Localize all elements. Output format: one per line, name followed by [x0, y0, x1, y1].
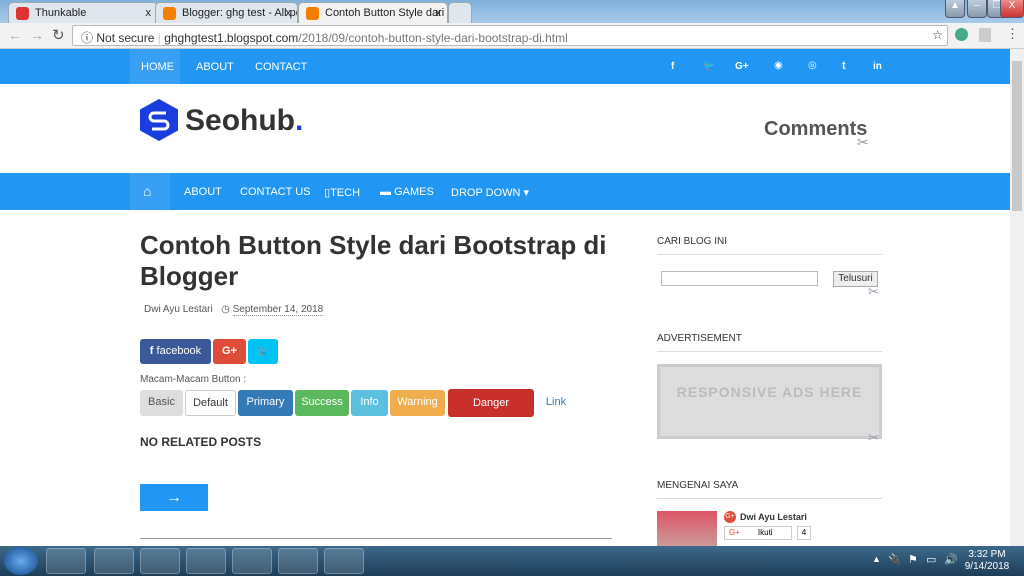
star-icon[interactable]: ☆ [932, 28, 943, 42]
comments-widget-title: Comments [764, 118, 868, 140]
tab-strip: Thunkable x Blogger: ghg test - All po x C… [0, 0, 1024, 23]
top-nav: HOME ABOUT CONTACT f 🐦 G+ ◉ ◎ t in [0, 49, 1010, 84]
thunkable-icon [16, 7, 29, 20]
close-icon[interactable]: x [286, 7, 292, 19]
vlc-taskbar-icon[interactable] [94, 548, 134, 574]
edit-widget-icon[interactable]: ✂ [868, 284, 879, 300]
url-input[interactable]: ⓘ Not secure | ghghgtest1.blogspot.com/2… [72, 25, 948, 46]
edit-widget-icon[interactable]: ✂ [868, 430, 879, 446]
search-widget-title: CARI BLOG INI [657, 236, 882, 255]
nav-drop-down[interactable]: DROP DOWN ▾ [451, 186, 529, 199]
nav-about[interactable]: ABOUT [196, 61, 234, 73]
address-bar-row: ← → ↻ ⓘ Not secure | ghghgtest1.blogspot… [0, 23, 1024, 49]
about-widget-title: MENGENAI SAYA [657, 480, 882, 499]
scrollbar-thumb[interactable] [1012, 61, 1022, 211]
twitter-icon[interactable]: 🐦 [703, 61, 715, 72]
menu-icon[interactable]: ⋮ [1006, 26, 1019, 42]
seohub-logo-icon[interactable] [140, 99, 178, 141]
warning-button[interactable]: Warning [390, 390, 445, 416]
pinterest-icon[interactable]: ◉ [774, 60, 783, 71]
paint-taskbar-icon[interactable] [278, 548, 318, 574]
google-plus-icon[interactable]: G+ [735, 61, 749, 72]
instagram-icon[interactable]: ◎ [808, 60, 817, 71]
clock-icon: ◷ [221, 304, 230, 315]
clock[interactable]: 3:32 PM 9/14/2018 [962, 549, 1012, 573]
share-facebook-button[interactable]: f facebook [140, 339, 211, 364]
start-button[interactable] [4, 547, 38, 575]
related-posts-heading: NO RELATED POSTS [140, 435, 262, 449]
follow-button[interactable]: G+ Ikuti [724, 526, 792, 540]
buttons-label: Macam-Macam Button : [140, 374, 247, 385]
linkedin-icon[interactable]: in [873, 61, 882, 72]
share-gplus-button[interactable]: G+ [213, 339, 246, 364]
extension-icon[interactable] [955, 28, 968, 41]
share-twitter-button[interactable]: 🐦 [248, 339, 278, 364]
nav-home[interactable]: HOME [141, 61, 174, 73]
post-title: Contoh Button Style dari Bootstrap di Bl… [140, 230, 607, 291]
blogger-icon [163, 7, 176, 20]
tab-thunkable[interactable]: Thunkable x [8, 2, 158, 23]
close-window-button[interactable]: X [1000, 0, 1024, 18]
reload-icon[interactable]: ↻ [52, 26, 65, 44]
tab-blogger[interactable]: Blogger: ghg test - All po x [155, 2, 298, 23]
facebook-icon[interactable]: f [671, 61, 674, 72]
nav-tech[interactable]: ▯TECH [324, 186, 360, 199]
home-icon[interactable]: ⌂ [143, 183, 151, 199]
action-center-icon[interactable]: ⚑ [908, 553, 918, 566]
app-taskbar-icon[interactable] [324, 548, 364, 574]
info-button[interactable]: Info [351, 390, 388, 416]
link-button[interactable]: Link [540, 390, 572, 416]
close-icon[interactable]: x [436, 7, 442, 19]
success-button[interactable]: Success [295, 390, 349, 416]
blogger-icon [306, 7, 319, 20]
profile-name[interactable]: Dwi Ayu Lestari [740, 512, 807, 522]
danger-button[interactable]: Danger [448, 389, 534, 417]
explorer-taskbar-icon[interactable] [140, 548, 180, 574]
scrollbar[interactable] [1010, 49, 1024, 546]
nav-contact-us[interactable]: CONTACT US [240, 186, 311, 198]
new-tab-button[interactable] [448, 2, 472, 23]
info-icon: ⓘ [81, 31, 94, 45]
nav-contact[interactable]: CONTACT [255, 61, 307, 73]
default-button[interactable]: Default [185, 390, 236, 416]
forward-icon[interactable]: → [30, 27, 44, 43]
power-icon[interactable]: 🔌 [888, 553, 902, 566]
pdf-extension-icon[interactable] [979, 28, 991, 42]
post-meta: Dwi Ayu Lestari ◷ September 14, 2018 [144, 304, 324, 316]
post-author[interactable]: Dwi Ayu Lestari [144, 304, 213, 315]
next-post-button[interactable]: → [140, 484, 208, 511]
minimize-button[interactable]: – [967, 0, 987, 18]
nav-about[interactable]: ABOUT [184, 186, 222, 198]
post-date[interactable]: September 14, 2018 [232, 304, 324, 316]
ads-placeholder[interactable]: RESPONSIVE ADS HERE [657, 364, 882, 439]
site-logo-text[interactable]: Seohub. [185, 104, 303, 138]
basic-button[interactable]: Basic [140, 390, 183, 416]
tab-active[interactable]: Contoh Button Style dari x [298, 2, 448, 23]
tray-arrow-icon[interactable]: ▲ [872, 554, 881, 564]
user-icon[interactable]: ▲ [945, 0, 965, 18]
main-nav: ⌂ ABOUT CONTACT US ▯TECH ▬ GAMES DROP DO… [0, 173, 1010, 210]
back-icon[interactable]: ← [8, 27, 22, 43]
vscode-taskbar-icon[interactable] [232, 548, 272, 574]
blog-search-input[interactable] [661, 271, 818, 286]
chrome-taskbar-icon[interactable] [186, 548, 226, 574]
site-header: Seohub. Comments ✂ [0, 84, 1010, 173]
nav-games[interactable]: ▬ GAMES [380, 186, 434, 198]
caret-down-icon: ▾ [523, 187, 530, 199]
google-plus-icon: G+ [724, 511, 736, 523]
divider [140, 538, 612, 539]
network-icon[interactable]: ▭ [926, 553, 936, 566]
firefox-taskbar-icon[interactable] [46, 548, 86, 574]
close-icon[interactable]: x [146, 7, 152, 19]
profile-photo[interactable] [657, 511, 717, 546]
tumblr-icon[interactable]: t [842, 60, 846, 72]
volume-icon[interactable]: 🔊 [944, 553, 958, 566]
follower-count: 4 [797, 526, 811, 540]
taskbar: ▲ 🔌 ⚑ ▭ 🔊 3:32 PM 9/14/2018 [0, 546, 1024, 576]
ads-widget-title: ADVERTISEMENT [657, 333, 882, 352]
edit-widget-icon[interactable]: ✂ [857, 134, 869, 151]
gamepad-icon: ▬ [380, 186, 391, 198]
primary-button[interactable]: Primary [238, 390, 293, 416]
